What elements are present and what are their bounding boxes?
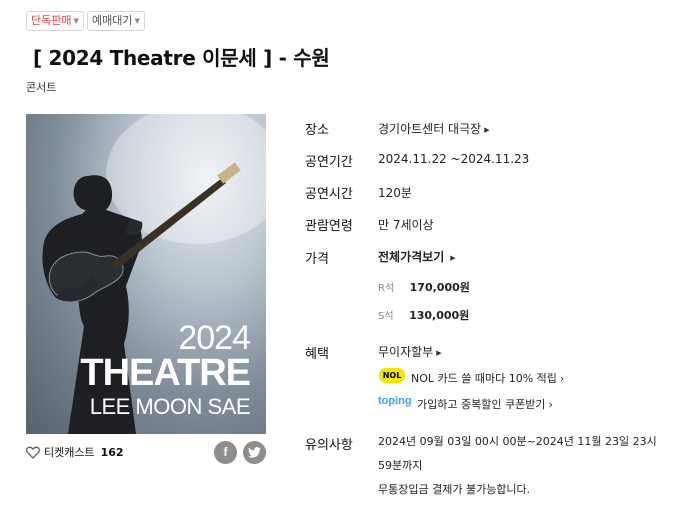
view-all-prices-label: 전체가격보기 (378, 250, 445, 264)
caret-right-icon: ▶ (436, 349, 442, 357)
twitter-icon (248, 447, 261, 458)
venue-label: 장소 (305, 123, 329, 138)
age-label: 관람연령 (305, 219, 353, 234)
poster-image[interactable]: 2024 THEATRE LEE MOON SAE (26, 114, 266, 434)
installment-link[interactable]: 무이자할부 ▶ (378, 343, 442, 360)
presale-wait-label: 예매대기 (92, 14, 133, 27)
venue-name: 경기아트센터 대극장 (378, 122, 482, 136)
seat-price: 130,000원 (409, 309, 470, 322)
seat-grade: R석 (378, 283, 395, 294)
seat-grade: S석 (378, 311, 394, 322)
category-label: 콘서트 (26, 81, 57, 94)
seat-price: 170,000원 (409, 281, 470, 294)
period-label: 공연기간 (305, 155, 353, 170)
heart-icon (26, 446, 40, 459)
presale-wait-badge[interactable]: 예매대기 ▼ (87, 11, 145, 31)
age-value: 만 7세이상 (378, 218, 434, 232)
chevron-down-icon: ▼ (134, 17, 140, 25)
notice-line: 59분까지 (378, 459, 423, 472)
ticketcast-count: 162 (100, 445, 124, 459)
ticketcast-like[interactable]: 티켓캐스트 162 (26, 444, 124, 460)
caret-right-icon: ▶ (450, 254, 456, 262)
benefit-label: 혜택 (305, 347, 329, 362)
page-title: [ 2024 Theatre 이문세 ] - 수원 (33, 46, 330, 70)
exclusive-sale-label: 단독판매 (31, 14, 72, 27)
chevron-right-icon: › (559, 372, 565, 385)
poster-theatre-text: THEATRE (80, 352, 251, 394)
ticketcast-label: 티켓캐스트 (44, 446, 95, 459)
toping-coupon-text: 가입하고 중복할인 쿠폰받기 (417, 398, 546, 411)
notice-line: 2024년 09월 03일 00시 00분~2024년 11월 23일 23시 (378, 435, 657, 448)
toping-logo: toping (378, 395, 412, 407)
notice-line: 무통장입금 결제가 불가능합니다. (378, 483, 531, 496)
price-row-s: S석 130,000원 (378, 307, 469, 323)
poster-artist-text: LEE MOON SAE (89, 394, 251, 419)
chevron-down-icon: ▼ (73, 17, 79, 25)
installment-label: 무이자할부 (378, 345, 434, 359)
runtime-value: 120분 (378, 186, 412, 200)
nol-card-logo: NOL (379, 368, 405, 383)
nol-card-benefit-text: NOL 카드 쓸 때마다 10% 적립 (411, 372, 557, 385)
chevron-right-icon: › (548, 398, 553, 411)
twitter-share-button[interactable]: t (243, 441, 266, 464)
price-row-r: R석 170,000원 (378, 279, 470, 295)
notice-label: 유의사항 (305, 438, 353, 453)
toping-coupon-link[interactable]: 가입하고 중복할인 쿠폰받기 › (417, 396, 553, 412)
view-all-prices-link[interactable]: 전체가격보기 ▶ (378, 248, 456, 265)
runtime-label: 공연시간 (305, 187, 353, 202)
facebook-icon: f (223, 445, 228, 459)
nol-card-benefit-link[interactable]: NOL 카드 쓸 때마다 10% 적립 › (411, 370, 564, 386)
period-value: 2024.11.22 ~2024.11.23 (378, 152, 530, 166)
venue-link[interactable]: 경기아트센터 대극장 ▶ (378, 120, 490, 137)
exclusive-sale-badge[interactable]: 단독판매 ▼ (26, 11, 84, 31)
caret-right-icon: ▶ (484, 126, 490, 134)
price-label: 가격 (305, 252, 329, 267)
facebook-share-button[interactable]: f (214, 441, 237, 464)
